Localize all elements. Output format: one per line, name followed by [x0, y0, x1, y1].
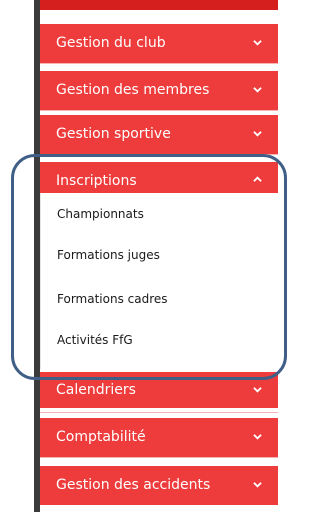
chevron-down-icon: [253, 385, 262, 394]
chevron-down-icon: [253, 38, 262, 47]
chevron-down-icon: [253, 480, 262, 489]
menu-divider: [40, 63, 278, 64]
menu-item-label: Calendriers: [56, 382, 136, 398]
menu-item-label: Gestion sportive: [56, 126, 171, 142]
chevron-down-icon: [253, 85, 262, 94]
menu-divider: [40, 154, 278, 155]
menu-item-comptabilite[interactable]: Comptabilité: [40, 418, 278, 457]
menu-divider: [40, 457, 278, 458]
menu-top-edge: [40, 0, 278, 10]
menu-item-gestion-sportive[interactable]: Gestion sportive: [40, 115, 278, 154]
submenu-item-championnats[interactable]: Championnats: [57, 207, 144, 221]
chevron-down-icon: [253, 432, 262, 441]
submenu-item-activites-ffg[interactable]: Activités FfG: [57, 333, 133, 347]
menu-item-calendriers[interactable]: Calendriers: [40, 372, 278, 408]
submenu-item-formations-cadres[interactable]: Formations cadres: [57, 292, 168, 306]
sidebar-screenshot: Gestion du club Gestion des membres Gest…: [0, 0, 298, 512]
menu-item-gestion-des-membres[interactable]: Gestion des membres: [40, 71, 278, 110]
menu-item-label: Gestion du club: [56, 35, 166, 51]
chevron-down-icon: [253, 129, 262, 138]
chevron-up-icon: [253, 175, 262, 184]
menu-divider: [40, 110, 278, 111]
menu-item-label: Comptabilité: [56, 429, 146, 445]
menu-divider: [40, 412, 278, 413]
menu-item-gestion-des-accidents[interactable]: Gestion des accidents: [40, 466, 278, 505]
menu-item-label: Gestion des membres: [56, 82, 210, 98]
inscriptions-submenu: Championnats Formations juges Formations…: [40, 193, 278, 369]
menu-item-gestion-du-club[interactable]: Gestion du club: [40, 24, 278, 63]
menu-item-label: Gestion des accidents: [56, 477, 211, 493]
submenu-item-formations-juges[interactable]: Formations juges: [57, 248, 160, 262]
